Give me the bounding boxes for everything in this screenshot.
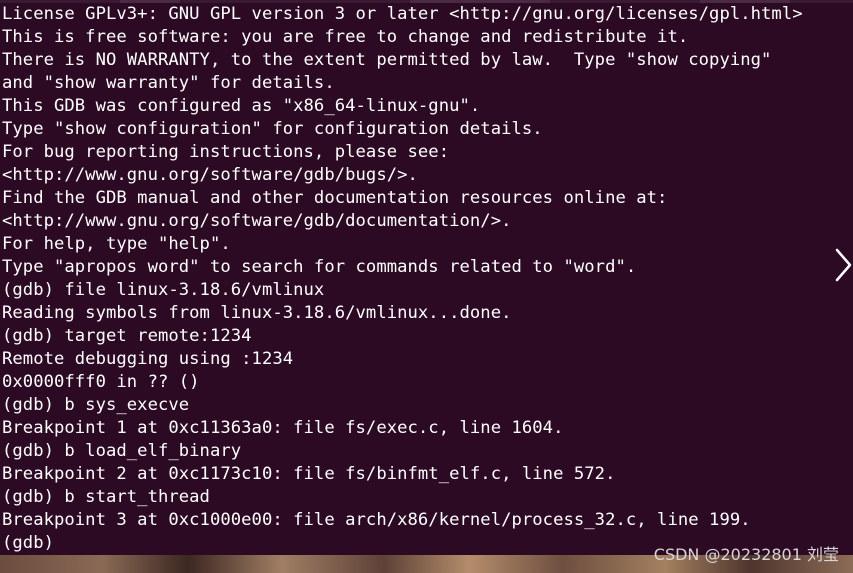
terminal-line: 0x0000fff0 in ?? () [2,372,200,392]
terminal-line: Type "apropos word" to search for comman… [2,257,637,277]
terminal-line: (gdb) target remote:1234 [2,326,252,346]
terminal-window[interactable]: License GPLv3+: GNU GPL version 3 or lat… [0,3,853,558]
terminal-line: (gdb) b sys_execve [2,395,190,415]
terminal-line: This is free software: you are free to c… [2,27,689,47]
terminal-line: Breakpoint 1 at 0xc11363a0: file fs/exec… [2,418,564,438]
terminal-line: Reading symbols from linux-3.18.6/vmlinu… [2,303,512,323]
watermark: CSDN @20232801 刘莹 [653,545,839,564]
terminal-line: Breakpoint 3 at 0xc1000e00: file arch/x8… [2,510,751,530]
terminal-line: Type "show configuration" for configurat… [2,119,543,139]
terminal-line: There is NO WARRANTY, to the extent perm… [2,50,772,70]
terminal-line: Breakpoint 2 at 0xc1173c10: file fs/binf… [2,464,616,484]
terminal-line: (gdb) b start_thread [2,487,210,507]
terminal-line: <http://www.gnu.org/software/gdb/documen… [2,211,512,231]
terminal-line: Remote debugging using :1234 [2,349,294,369]
terminal-line: and "show warranty" for details. [2,73,335,93]
terminal-line: For help, type "help". [2,234,231,254]
terminal-line: <http://www.gnu.org/software/gdb/bugs/>. [2,165,418,185]
terminal-line: Find the GDB manual and other documentat… [2,188,668,208]
terminal-line: For bug reporting instructions, please s… [2,142,450,162]
terminal-line: (gdb) b load_elf_binary [2,441,242,461]
terminal-line: License GPLv3+: GNU GPL version 3 or lat… [2,4,803,24]
terminal-line: (gdb) file linux-3.18.6/vmlinux [2,280,325,300]
terminal-prompt[interactable]: (gdb) [2,532,54,555]
chevron-right-icon[interactable] [833,247,853,283]
terminal-line: This GDB was configured as "x86_64-linux… [2,96,481,116]
